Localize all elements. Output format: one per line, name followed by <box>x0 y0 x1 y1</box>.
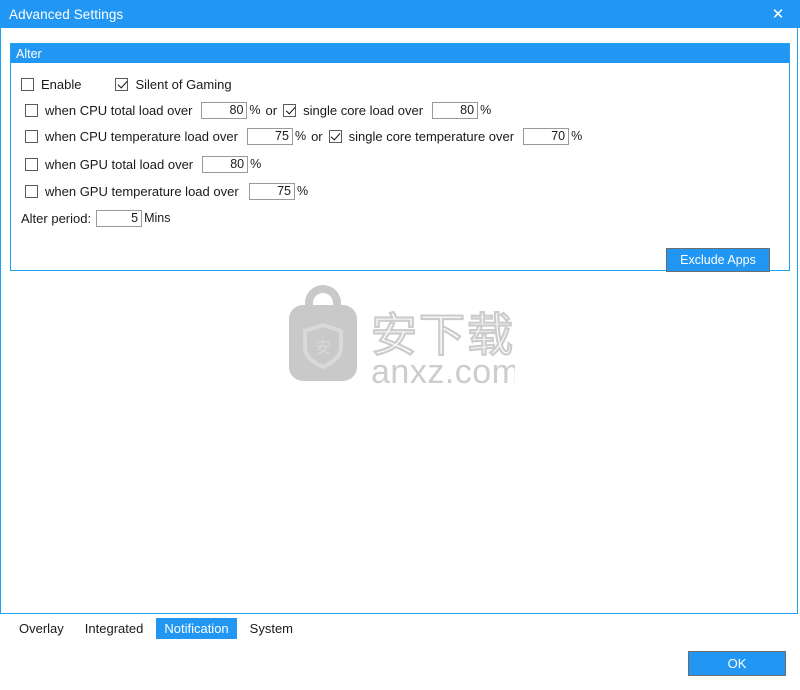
checkbox-cpu-total-load[interactable] <box>25 103 38 117</box>
checkbox-gpu-total-load[interactable] <box>25 157 38 171</box>
label-silent-of-gaming: Silent of Gaming <box>135 76 232 92</box>
checkbox-gpu-temperature-load[interactable] <box>25 184 38 198</box>
tab-overlay[interactable]: Overlay <box>11 618 72 639</box>
row-cpu-temperature-load: when CPU temperature load over 75 % or s… <box>25 127 582 145</box>
conjunction-cpu-temperature: or <box>311 128 323 144</box>
content-panel: Alter Enable Silent of Gaming when CPU t… <box>0 28 798 614</box>
svg-text:anxz.com: anxz.com <box>371 353 515 391</box>
watermark-logo: 安 安下载 anxz.com <box>1 283 799 393</box>
tab-notification[interactable]: Notification <box>156 617 237 639</box>
label-gpu-temperature-load: when GPU temperature load over <box>45 183 239 199</box>
exclude-apps-button[interactable]: Exclude Apps <box>666 248 770 272</box>
input-cpu-temperature-load[interactable]: 75 <box>246 127 293 145</box>
checkbox-cpu-temperature-load[interactable] <box>25 129 38 143</box>
unit-gpu-total-load: % <box>250 157 262 171</box>
unit-gpu-temperature-load: % <box>297 184 309 198</box>
label-cpu-single-core-temperature: single core temperature over <box>348 128 515 144</box>
unit-alter-period: Mins <box>144 211 171 225</box>
input-cpu-single-core-temperature[interactable]: 70 <box>523 127 570 145</box>
row-gpu-temperature-load: when GPU temperature load over 75 % <box>25 182 308 200</box>
svg-text:安: 安 <box>315 338 331 357</box>
unit-cpu-single-core-load: % <box>480 103 492 117</box>
alter-group-box: Alter Enable Silent of Gaming when CPU t… <box>10 43 790 272</box>
alter-group-header: Alter <box>11 44 789 63</box>
close-icon[interactable]: ✕ <box>756 0 800 28</box>
label-cpu-single-core-load: single core load over <box>303 102 424 118</box>
input-gpu-total-load[interactable]: 80 <box>202 155 249 173</box>
checkbox-cpu-single-core-temperature[interactable] <box>328 129 342 143</box>
tab-system[interactable]: System <box>242 618 301 639</box>
svg-text:安下载: 安下载 <box>371 308 515 362</box>
label-gpu-total-load: when GPU total load over <box>45 156 194 172</box>
conjunction-cpu-load: or <box>265 102 278 118</box>
input-gpu-temperature-load[interactable]: 75 <box>249 182 295 200</box>
unit-cpu-temperature-load: % <box>294 129 307 143</box>
input-cpu-single-core-load[interactable]: 80 <box>432 101 479 119</box>
ok-button[interactable]: OK <box>688 651 786 676</box>
row-cpu-total-load: when CPU total load over 80 % or single … <box>25 101 491 119</box>
label-cpu-temperature-load: when CPU temperature load over <box>45 128 238 144</box>
tab-integrated[interactable]: Integrated <box>77 618 152 639</box>
label-alter-period: Alter period: <box>21 210 92 226</box>
close-glyph: ✕ <box>771 6 785 23</box>
watermark-svg: 安 安下载 anxz.com <box>289 285 515 391</box>
alter-group-body: Enable Silent of Gaming when CPU total l… <box>11 63 789 272</box>
checkbox-silent-of-gaming[interactable] <box>115 77 129 91</box>
unit-cpu-total-load: % <box>249 103 261 117</box>
input-alter-period[interactable]: 5 <box>96 209 143 227</box>
row-alter-period: Alter period: 5 Mins <box>21 209 171 227</box>
unit-cpu-single-core-temperature: % <box>571 129 583 143</box>
row-enable: Enable Silent of Gaming <box>21 75 232 93</box>
window-title: Advanced Settings <box>9 6 124 22</box>
label-enable: Enable <box>41 76 82 92</box>
label-cpu-total-load: when CPU total load over <box>45 102 193 118</box>
input-cpu-total-load[interactable]: 80 <box>201 101 248 119</box>
tab-bar: Overlay Integrated Notification System <box>0 617 800 639</box>
checkbox-enable[interactable] <box>21 77 34 91</box>
row-gpu-total-load: when GPU total load over 80 % <box>25 155 261 173</box>
title-bar: Advanced Settings ✕ <box>0 0 800 28</box>
checkbox-cpu-single-core-load[interactable] <box>283 103 297 117</box>
